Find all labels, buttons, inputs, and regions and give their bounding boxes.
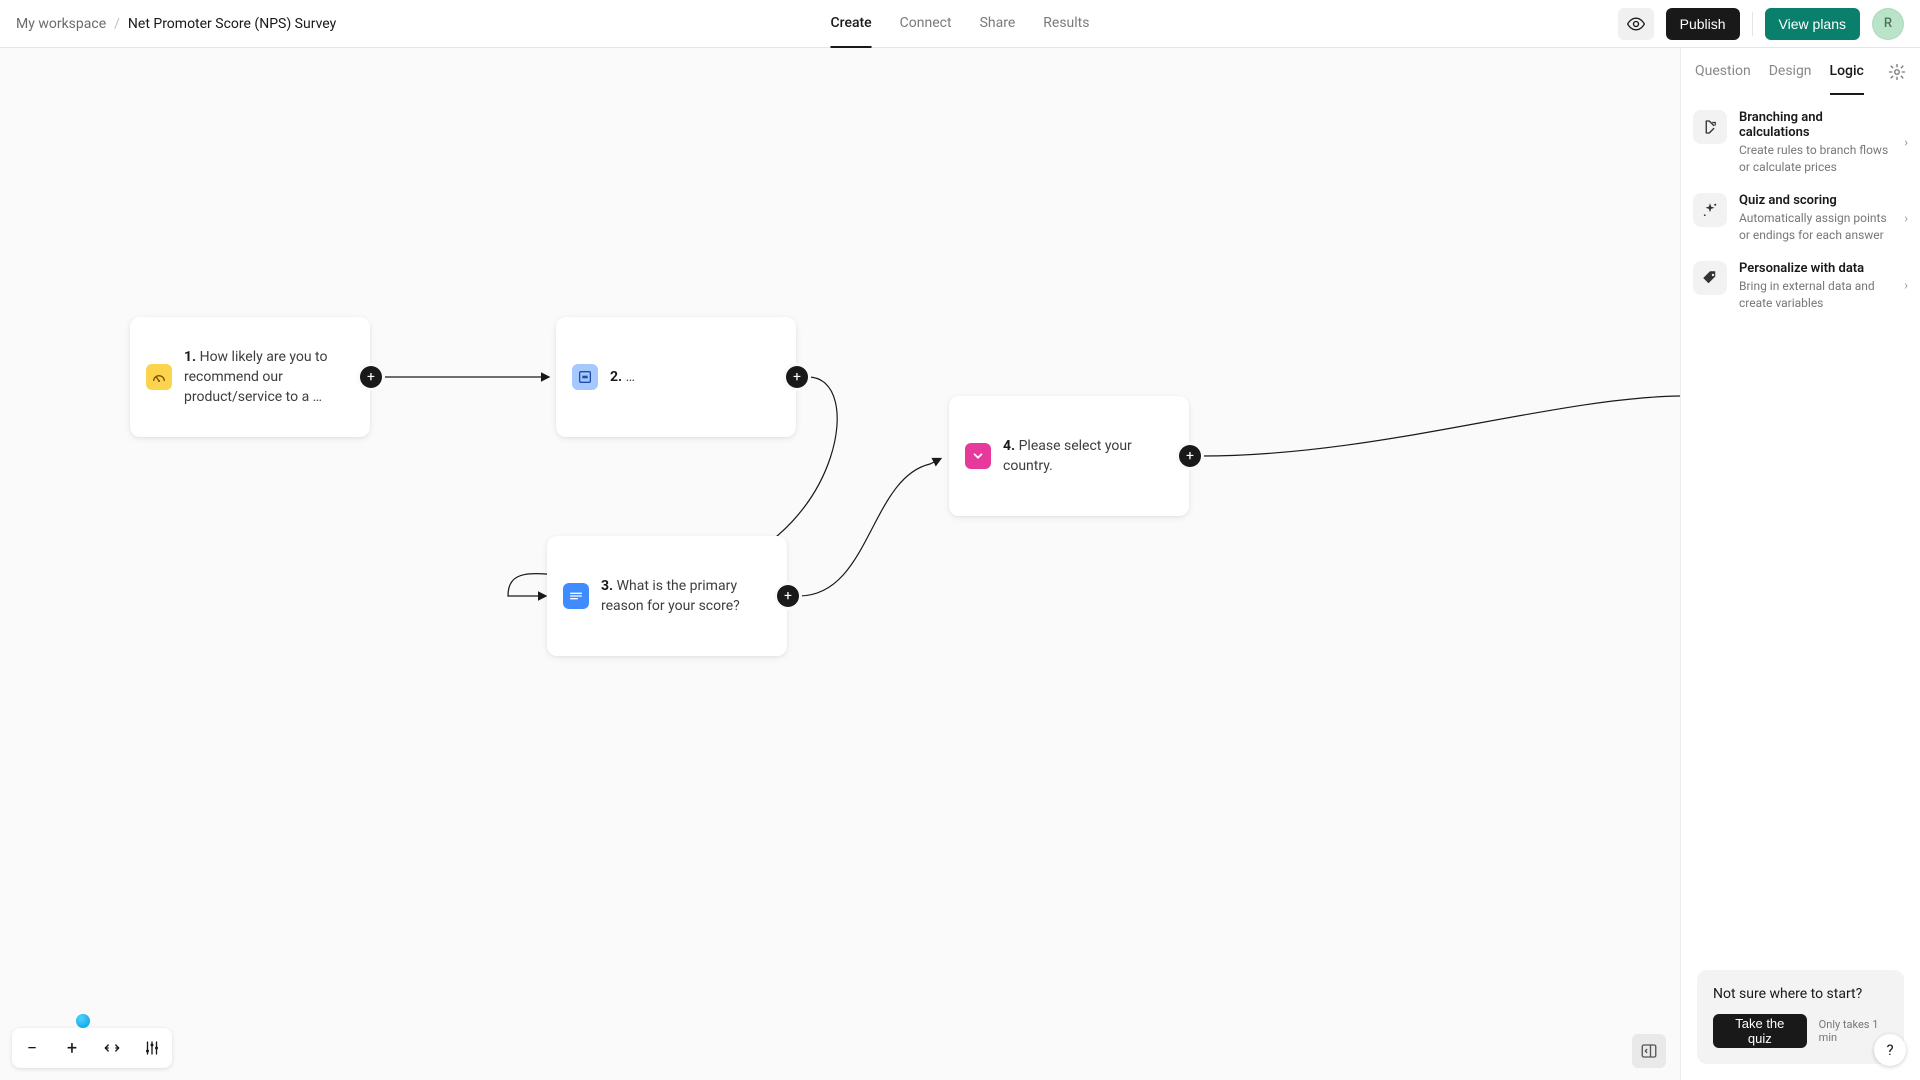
logic-item-desc: Bring in external data and create variab…: [1739, 278, 1894, 313]
flow-node-3[interactable]: 3. What is the primary reason for your s…: [547, 536, 787, 656]
sidebar-tab-question[interactable]: Question: [1695, 48, 1751, 95]
avatar[interactable]: R: [1872, 8, 1904, 40]
flow-node-2-label: 2. …: [610, 367, 635, 387]
flow-node-3-label: 3. What is the primary reason for your s…: [601, 576, 761, 617]
layout-settings-button[interactable]: [132, 1028, 172, 1068]
opinion-scale-icon: [572, 364, 598, 390]
collapse-sidebar-button[interactable]: [1632, 1034, 1666, 1068]
logic-item-quiz-scoring[interactable]: Quiz and scoring Automatically assign po…: [1693, 191, 1908, 247]
tab-connect[interactable]: Connect: [900, 0, 952, 48]
logic-item-title: Branching and calculations: [1739, 110, 1894, 140]
flow-node-1[interactable]: 1. How likely are you to recommend our p…: [130, 317, 370, 437]
tab-results[interactable]: Results: [1043, 0, 1089, 48]
flow-node-4-label: 4. Please select your country.: [1003, 436, 1163, 477]
flow-edges: [0, 48, 1680, 1080]
tab-share[interactable]: Share: [980, 0, 1016, 48]
take-quiz-button[interactable]: Take the quiz: [1713, 1014, 1807, 1048]
quiz-card: Not sure where to start? Take the quiz O…: [1697, 970, 1904, 1064]
logic-item-personalize[interactable]: Personalize with data Bring in external …: [1693, 259, 1908, 315]
tab-create[interactable]: Create: [831, 0, 872, 48]
chevron-right-icon: ›: [1904, 211, 1908, 226]
flow-node-2[interactable]: 2. … +: [556, 317, 796, 437]
logic-item-desc: Automatically assign points or endings f…: [1739, 210, 1894, 245]
zoom-in-button[interactable]: +: [52, 1028, 92, 1068]
tour-dot[interactable]: [76, 1014, 90, 1028]
logic-item-branching[interactable]: Branching and calculations Create rules …: [1693, 108, 1908, 179]
flow-node-4[interactable]: 4. Please select your country. +: [949, 396, 1189, 516]
dropdown-icon: [965, 443, 991, 469]
logic-item-desc: Create rules to branch flows or calculat…: [1739, 142, 1894, 177]
branch-icon: [1693, 110, 1727, 144]
fit-width-icon: [103, 1039, 121, 1057]
sparkle-icon: [1693, 193, 1727, 227]
flow-node-1-label: 1. How likely are you to recommend our p…: [184, 347, 344, 408]
breadcrumb-workspace[interactable]: My workspace: [16, 16, 106, 32]
sidebar-settings-button[interactable]: [1888, 63, 1906, 81]
right-sidebar: Question Design Logic Branching and calc…: [1680, 48, 1920, 1080]
logic-item-title: Personalize with data: [1739, 261, 1894, 276]
logic-canvas[interactable]: 1. How likely are you to recommend our p…: [0, 48, 1680, 1080]
preview-button[interactable]: [1618, 8, 1654, 40]
quiz-card-heading: Not sure where to start?: [1713, 986, 1888, 1002]
eye-icon: [1626, 14, 1646, 34]
chevron-right-icon: ›: [1904, 279, 1908, 294]
zoom-out-button[interactable]: −: [12, 1028, 52, 1068]
help-button[interactable]: ?: [1874, 1034, 1906, 1066]
gear-icon: [1888, 63, 1906, 81]
breadcrumb-separator: /: [114, 16, 120, 32]
add-branch-node-4[interactable]: +: [1179, 445, 1201, 467]
panel-collapse-icon: [1640, 1042, 1658, 1060]
add-branch-node-2[interactable]: +: [786, 366, 808, 388]
header-divider: [1752, 12, 1753, 36]
breadcrumb-form-title[interactable]: Net Promoter Score (NPS) Survey: [128, 16, 336, 32]
chevron-right-icon: ›: [1904, 136, 1908, 151]
sliders-icon: [143, 1039, 161, 1057]
logic-item-title: Quiz and scoring: [1739, 193, 1894, 208]
view-plans-button[interactable]: View plans: [1765, 8, 1860, 40]
add-branch-node-1[interactable]: +: [360, 366, 382, 388]
nps-icon: [146, 364, 172, 390]
publish-button[interactable]: Publish: [1666, 8, 1740, 40]
breadcrumb: My workspace / Net Promoter Score (NPS) …: [16, 16, 336, 32]
long-text-icon: [563, 583, 589, 609]
fit-view-button[interactable]: [92, 1028, 132, 1068]
canvas-toolbar: − +: [12, 1028, 172, 1068]
sidebar-tab-logic[interactable]: Logic: [1830, 48, 1864, 95]
tag-icon: [1693, 261, 1727, 295]
add-branch-node-3[interactable]: +: [777, 585, 799, 607]
sidebar-tab-design[interactable]: Design: [1769, 48, 1812, 95]
